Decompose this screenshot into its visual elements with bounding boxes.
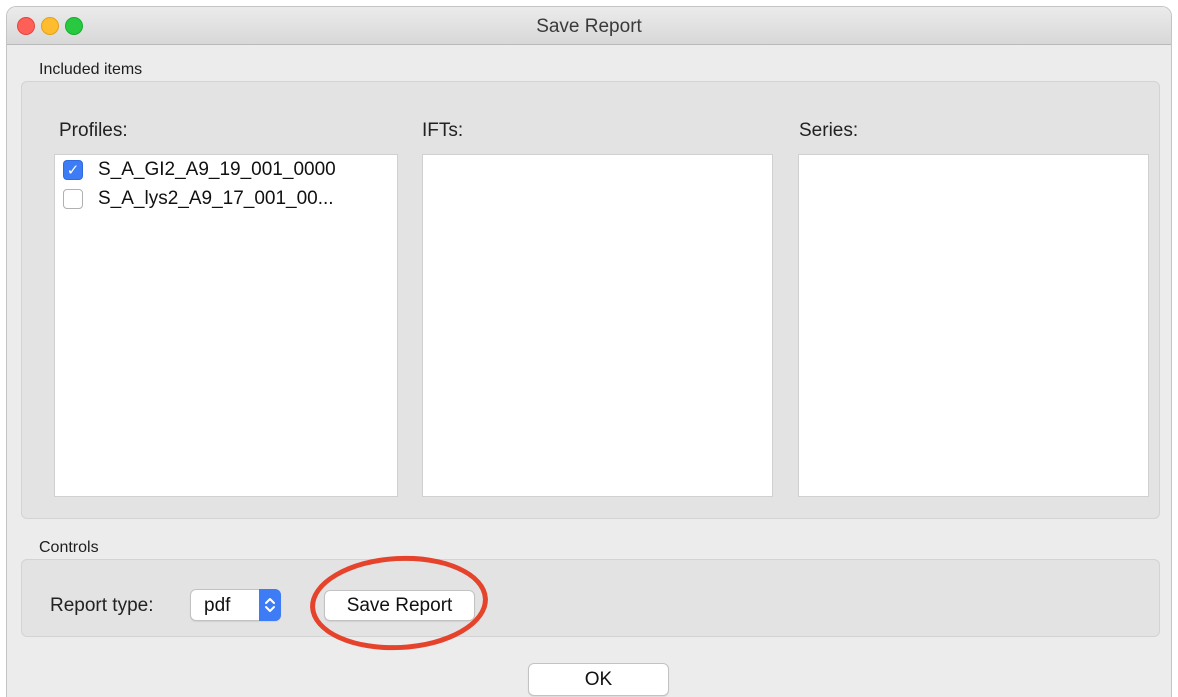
controls-label: Controls — [39, 539, 99, 556]
report-type-value: pdf — [204, 595, 231, 616]
checkmark-icon: ✓ — [66, 161, 80, 179]
report-type-label: Report type: — [50, 595, 154, 616]
profile-item[interactable]: S_A_lys2_A9_17_001_00... — [63, 186, 334, 212]
ifts-label: IFTs: — [422, 120, 464, 141]
included-items-label: Included items — [39, 61, 143, 78]
profile-name: S_A_GI2_A9_19_001_0000 — [98, 159, 336, 180]
save-report-window: Save Report Included items Profiles: IFT… — [6, 6, 1172, 697]
updown-chevron-icon[interactable] — [259, 589, 281, 621]
checkbox-checked[interactable]: ✓ — [63, 160, 83, 180]
series-label: Series: — [799, 120, 859, 141]
series-list[interactable] — [798, 154, 1149, 497]
ok-button[interactable]: OK — [528, 663, 669, 696]
profile-name: S_A_lys2_A9_17_001_00... — [98, 188, 334, 209]
controls-group: Report type: pdf Save Report — [21, 559, 1160, 637]
profiles-list[interactable]: ✓ S_A_GI2_A9_19_001_0000 S_A_lys2_A9_17_… — [54, 154, 398, 497]
profiles-label: Profiles: — [59, 120, 128, 141]
ifts-list[interactable] — [422, 154, 773, 497]
profile-item[interactable]: ✓ S_A_GI2_A9_19_001_0000 — [63, 157, 336, 183]
report-type-select[interactable]: pdf — [190, 589, 281, 621]
window-title: Save Report — [536, 16, 642, 37]
title-bar: Save Report — [7, 7, 1171, 45]
checkbox-unchecked[interactable] — [63, 189, 83, 209]
included-items-group: Profiles: IFTs: Series: ✓ S_A_GI2_A9_19_… — [21, 81, 1160, 519]
